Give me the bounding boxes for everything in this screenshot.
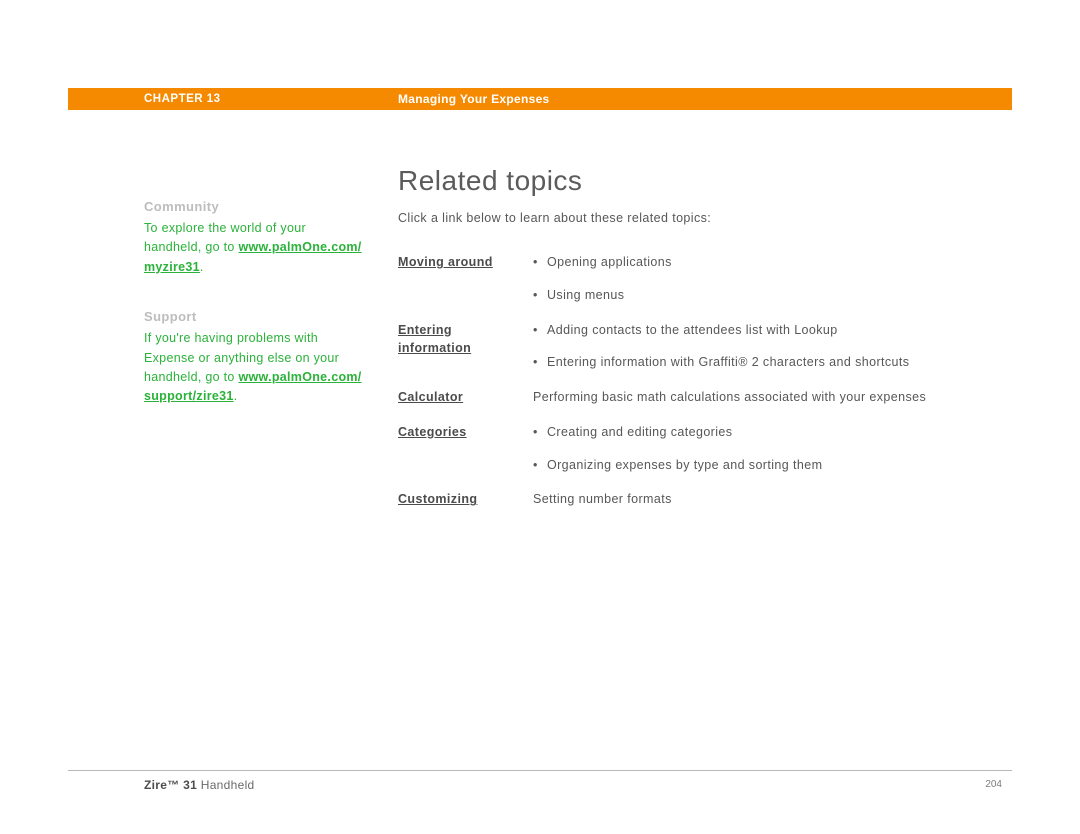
bullet-item: Entering information with Graffiti® 2 ch… — [533, 353, 1012, 372]
footer-page-number: 204 — [985, 779, 1002, 790]
topic-link-calculator[interactable]: Calculator — [398, 388, 463, 406]
main-content: Related topics Click a link below to lea… — [398, 165, 1012, 525]
topic-row: Moving around Opening applications Using… — [398, 253, 1012, 321]
topic-link-entering-information[interactable]: Entering information — [398, 321, 471, 357]
bullet-item: Creating and editing categories — [533, 423, 1012, 442]
topic-link-line: information — [398, 341, 471, 355]
topic-bullets: Creating and editing categories Organizi… — [533, 423, 1012, 475]
topic-description: Performing basic math calculations assoc… — [533, 388, 1012, 423]
chapter-header: CHAPTER 13 Managing Your Expenses — [68, 88, 1012, 110]
bullet-item: Using menus — [533, 286, 1012, 305]
footer-product: Zire™ 31 Handheld — [144, 778, 255, 792]
bullet-item: Adding contacts to the attendees list wi… — [533, 321, 1012, 340]
bullet-text: Entering information with Graffiti® 2 ch… — [547, 355, 909, 369]
topic-link-line: Entering — [398, 323, 452, 337]
topic-row: Customizing Setting number formats — [398, 490, 1012, 525]
sidebar-support-text: If you're having problems with Expense o… — [144, 329, 364, 407]
footer-product-rest: Handheld — [197, 778, 254, 792]
sidebar-support-after: . — [234, 389, 238, 403]
sidebar-community: Community To explore the world of your h… — [144, 199, 364, 277]
sidebar-support: Support If you're having problems with E… — [144, 309, 364, 407]
footer-product-bold: Zire™ 31 — [144, 778, 197, 792]
intro-text: Click a link below to learn about these … — [398, 211, 1012, 225]
sidebar-heading-support: Support — [144, 309, 364, 324]
topic-bullets: Adding contacts to the attendees list wi… — [533, 321, 1012, 373]
page-title: Related topics — [398, 165, 1012, 197]
topic-bullets: Opening applications Using menus — [533, 253, 1012, 305]
chapter-label: CHAPTER 13 — [144, 93, 398, 105]
bullet-item: Opening applications — [533, 253, 1012, 272]
sidebar-community-after: . — [200, 260, 204, 274]
sidebar-community-text: To explore the world of your handheld, g… — [144, 219, 364, 277]
sidebar: Community To explore the world of your h… — [144, 199, 364, 407]
chapter-title: Managing Your Expenses — [398, 92, 550, 106]
bullet-item: Organizing expenses by type and sorting … — [533, 456, 1012, 475]
topic-link-moving-around[interactable]: Moving around — [398, 253, 493, 271]
topic-link-customizing[interactable]: Customizing — [398, 490, 477, 508]
topic-row: Calculator Performing basic math calcula… — [398, 388, 1012, 423]
topic-description: Setting number formats — [533, 490, 1012, 525]
topic-row: Entering information Adding contacts to t… — [398, 321, 1012, 389]
page-footer: Zire™ 31 Handheld 204 — [68, 770, 1012, 798]
topic-row: Categories Creating and editing categori… — [398, 423, 1012, 491]
topics-table: Moving around Opening applications Using… — [398, 253, 1012, 525]
sidebar-heading-community: Community — [144, 199, 364, 214]
topic-link-categories[interactable]: Categories — [398, 423, 467, 441]
